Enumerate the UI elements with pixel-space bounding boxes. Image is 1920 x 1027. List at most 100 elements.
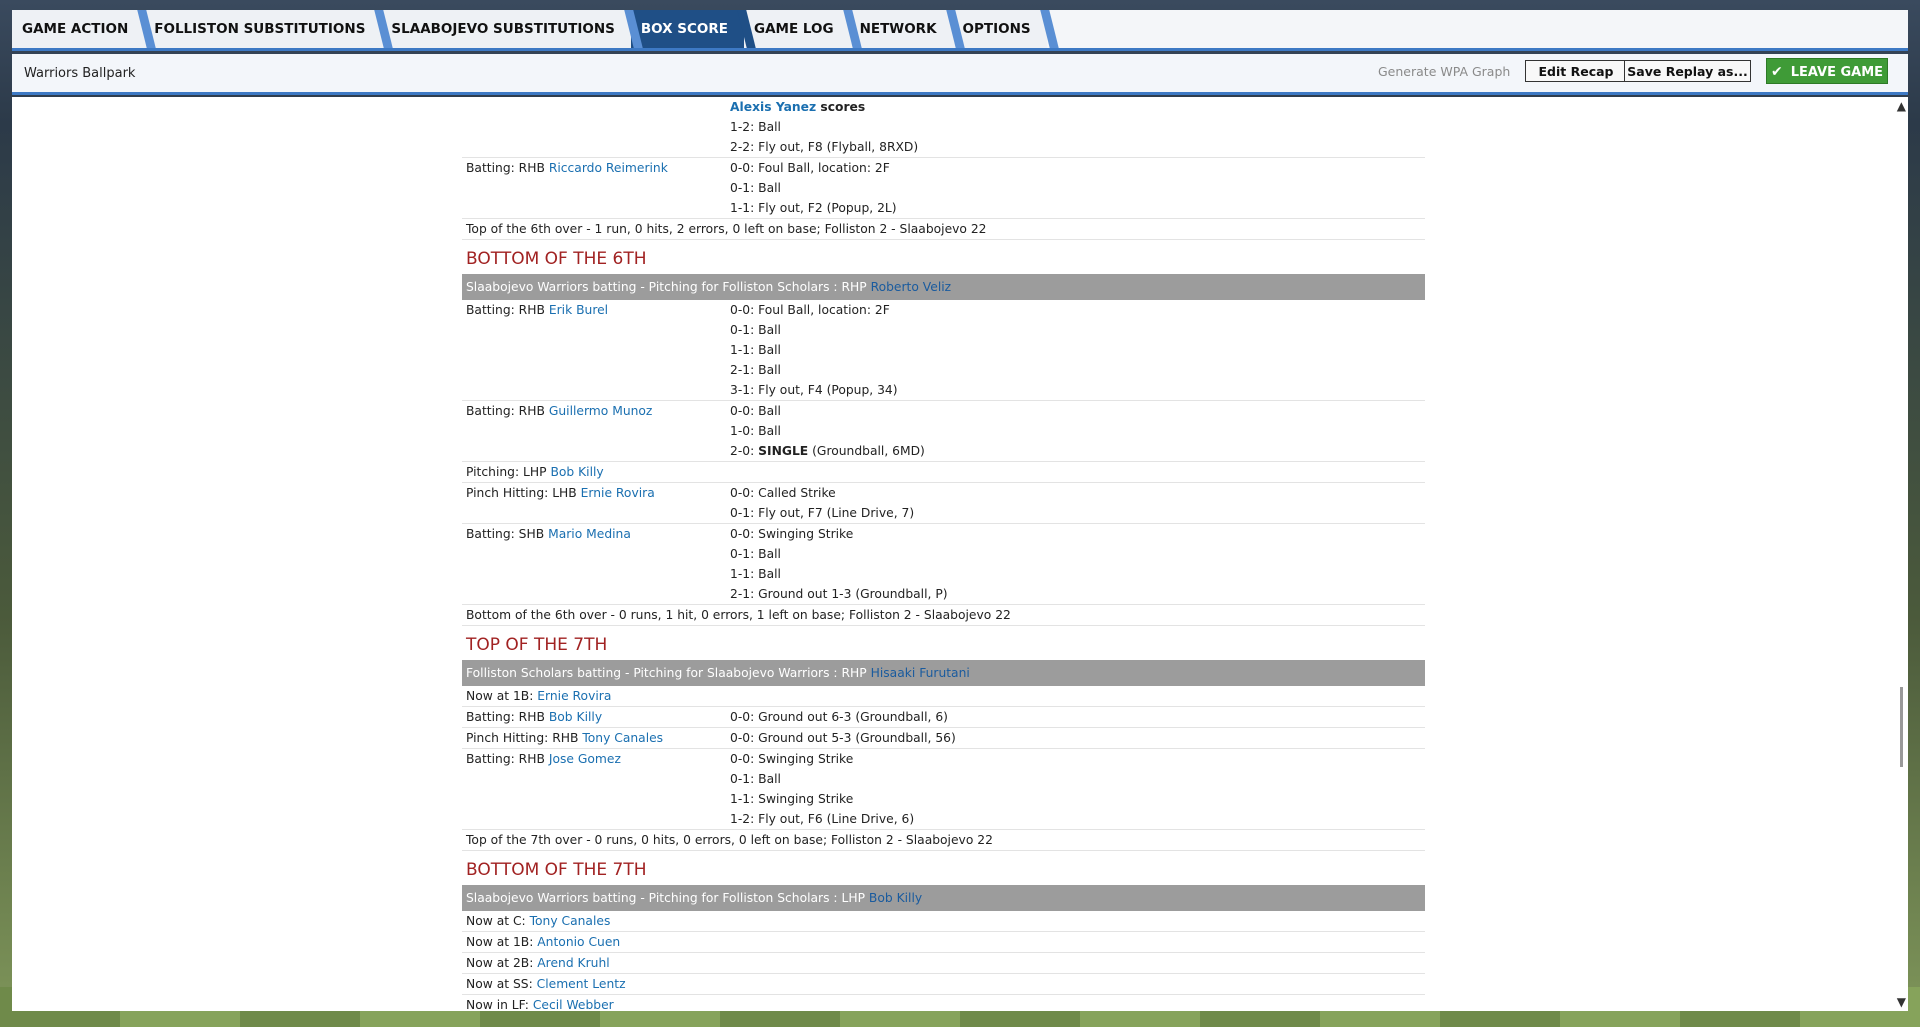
batter-role: Batting: RHB [466, 303, 549, 317]
play-by-play-log: Alexis Yanez scores 1-2: Ball 2-2: Fly out… [462, 97, 1425, 1011]
player-link[interactable]: Bob Killy [549, 710, 602, 724]
pitch-event: 1-1: Swinging Strike [730, 792, 854, 806]
tab-box-score[interactable]: BOX SCORE [630, 10, 744, 48]
batter-cell: Batting: RHB Bob Killy [462, 707, 730, 727]
pitch-event: 0-0: Swinging Strike [730, 527, 854, 541]
player-link[interactable]: Guillermo Munoz [549, 404, 653, 418]
player-link[interactable]: Ernie Rovira [537, 689, 611, 703]
edit-recap-button[interactable]: Edit Recap [1525, 60, 1627, 82]
box-score-panel[interactable]: Alexis Yanez scores 1-2: Ball 2-2: Fly out… [12, 97, 1908, 1011]
player-link[interactable]: Tony Canales [530, 914, 611, 928]
substitution-line: Now at 1B: Antonio Cuen [462, 932, 1425, 953]
pitch-event: 0-0: Foul Ball, location: 2F [730, 303, 890, 317]
batter-line: Pinch Hitting: LHB Ernie Rovira [466, 483, 730, 503]
player-link[interactable]: Arend Kruhl [537, 956, 609, 970]
game-header: Warriors Ballpark Generate WPA Graph Edi… [12, 54, 1908, 95]
pitching-bar: Folliston Scholars batting - Pitching fo… [462, 660, 1425, 686]
pitch-events: 0-0: Ground out 5-3 (Groundball, 56) [730, 728, 1425, 748]
batter-line: Pitching: LHP Bob Killy [466, 462, 730, 482]
play-row: Pinch Hitting: RHB Tony Canales 0-0: Grou… [462, 728, 1425, 749]
pitch-event: 1-0: Ball [730, 424, 781, 438]
pitch-event: 1-2: Ball [730, 120, 781, 134]
batter-line: Pinch Hitting: RHB Tony Canales [466, 728, 730, 748]
pitching-text: Folliston Scholars batting - Pitching fo… [466, 666, 871, 680]
batter-line: Batting: RHB Guillermo Munoz [466, 401, 730, 421]
play-row: Batting: RHB Jose Gomez 0-0: Swinging Str… [462, 749, 1425, 830]
pitch-event: 0-1: Ball [730, 772, 781, 786]
player-link[interactable]: Bob Killy [550, 465, 603, 479]
batter-line: Batting: RHB Erik Burel [466, 300, 730, 320]
pitch-event: 2-2: Fly out, F8 (Flyball, 8RXD) [730, 140, 919, 154]
player-link[interactable]: Clement Lentz [537, 977, 626, 991]
pitcher-link[interactable]: Roberto Veliz [871, 280, 952, 294]
tab-game-log[interactable]: GAME LOG [744, 10, 850, 48]
player-link[interactable]: Tony Canales [582, 731, 663, 745]
player-link[interactable]: Riccardo Reimerink [549, 161, 668, 175]
play-row: Batting: RHB Riccardo Reimerink 0-0: Foul… [462, 158, 1425, 219]
player-link[interactable]: Cecil Webber [533, 998, 614, 1011]
tab-bar: GAME ACTION FOLLISTON SUBSTITUTIONS SLAABO… [12, 10, 1908, 51]
scroll-thumb[interactable] [1900, 687, 1903, 767]
scroll-down-icon[interactable]: ▼ [1897, 995, 1906, 1009]
player-link[interactable]: Jose Gomez [549, 752, 621, 766]
batter-line: Batting: RHB Jose Gomez [466, 749, 730, 769]
pitch-event: 0-1: Ball [730, 547, 781, 561]
batter-cell: Pitching: LHP Bob Killy [462, 462, 730, 482]
pitcher-link[interactable]: Bob Killy [869, 891, 922, 905]
pitch-event: 1-1: Fly out, F2 (Popup, 2L) [730, 201, 897, 215]
play-row: Batting: RHB Bob Killy 0-0: Ground out 6-… [462, 707, 1425, 728]
pitch-event: 0-1: Fly out, F7 (Line Drive, 7) [730, 506, 915, 520]
tab-network[interactable]: NETWORK [849, 10, 953, 48]
pitch-event: 0-0: Swinging Strike [730, 752, 854, 766]
save-replay-button[interactable]: Save Replay as... [1624, 60, 1751, 82]
tab-folliston-substitutions[interactable]: FOLLISTON SUBSTITUTIONS [144, 10, 382, 48]
event-text: scores [816, 100, 866, 114]
substitution-label: Now at 1B: [466, 935, 538, 949]
scrollbar[interactable]: ▲ ▼ [1894, 97, 1908, 1011]
player-link[interactable]: Ernie Rovira [581, 486, 655, 500]
substitution-line: Now at 1B: Ernie Rovira [462, 686, 1425, 707]
pitcher-link[interactable]: Hisaaki Furutani [871, 666, 970, 680]
batter-role: Batting: RHB [466, 752, 549, 766]
substitution-line: Now at SS: Clement Lentz [462, 974, 1425, 995]
substitution-line: Now at 2B: Arend Kruhl [462, 953, 1425, 974]
inning-summary: Top of the 6th over - 1 run, 0 hits, 2 e… [462, 219, 1425, 240]
pitch-event: 0-1: Ball [730, 323, 781, 337]
substitution-line: Now at C: Tony Canales [462, 911, 1425, 932]
leave-game-button[interactable]: ✔ LEAVE GAME [1766, 58, 1888, 84]
pitch-events: Alexis Yanez scores 1-2: Ball 2-2: Fly out… [730, 97, 1425, 157]
pitching-bar: Slaabojevo Warriors batting - Pitching f… [462, 274, 1425, 300]
substitution-label: Now in LF: [466, 998, 533, 1011]
pitch-events: 0-0: Foul Ball, location: 2F 0-1: Ball 1-1… [730, 158, 1425, 218]
pitch-event: 0-0: Called Strike [730, 486, 836, 500]
play-row: Pinch Hitting: LHB Ernie Rovira 0-0: Call… [462, 483, 1425, 524]
generate-wpa-graph-button[interactable]: Generate WPA Graph [1378, 64, 1510, 79]
hit-result: SINGLE [758, 444, 809, 458]
inning-summary: Top of the 7th over - 0 runs, 0 hits, 0 … [462, 830, 1425, 851]
tab-options[interactable]: OPTIONS [952, 10, 1047, 48]
tab-slaabojevo-substitutions[interactable]: SLAABOJEVO SUBSTITUTIONS [381, 10, 631, 48]
substitution-label: Now at 1B: [466, 689, 538, 703]
player-link[interactable]: Mario Medina [548, 527, 631, 541]
scroll-up-icon[interactable]: ▲ [1897, 99, 1906, 113]
batter-cell: Batting: SHB Mario Medina [462, 524, 730, 604]
pitching-text: Slaabojevo Warriors batting - Pitching f… [466, 891, 869, 905]
inning-title: BOTTOM OF THE 7TH [466, 860, 647, 880]
player-link[interactable]: Alexis Yanez [730, 100, 816, 114]
pitch-event: 1-1: Ball [730, 567, 781, 581]
player-link[interactable]: Antonio Cuen [537, 935, 620, 949]
player-link[interactable]: Erik Burel [549, 303, 608, 317]
batter-cell: Batting: RHB Riccardo Reimerink [462, 158, 730, 218]
batter-cell: Batting: RHB Guillermo Munoz [462, 401, 730, 461]
batter-cell: Pinch Hitting: LHB Ernie Rovira [462, 483, 730, 523]
tab-game-action[interactable]: GAME ACTION [12, 10, 145, 48]
batter-role: Pitching: LHP [466, 465, 551, 479]
pitch-event: 0-0: Foul Ball, location: 2F [730, 161, 890, 175]
play-row: Batting: RHB Erik Burel 0-0: Foul Ball, l… [462, 300, 1425, 401]
batter-role: Pinch Hitting: RHB [466, 731, 583, 745]
checkmark-icon: ✔ [1770, 64, 1783, 80]
pitching-text: Slaabojevo Warriors batting - Pitching f… [466, 280, 871, 294]
batter-role: Batting: SHB [466, 527, 549, 541]
batter-line: Batting: RHB Riccardo Reimerink [466, 158, 730, 178]
substitution-label: Now at C: [466, 914, 530, 928]
